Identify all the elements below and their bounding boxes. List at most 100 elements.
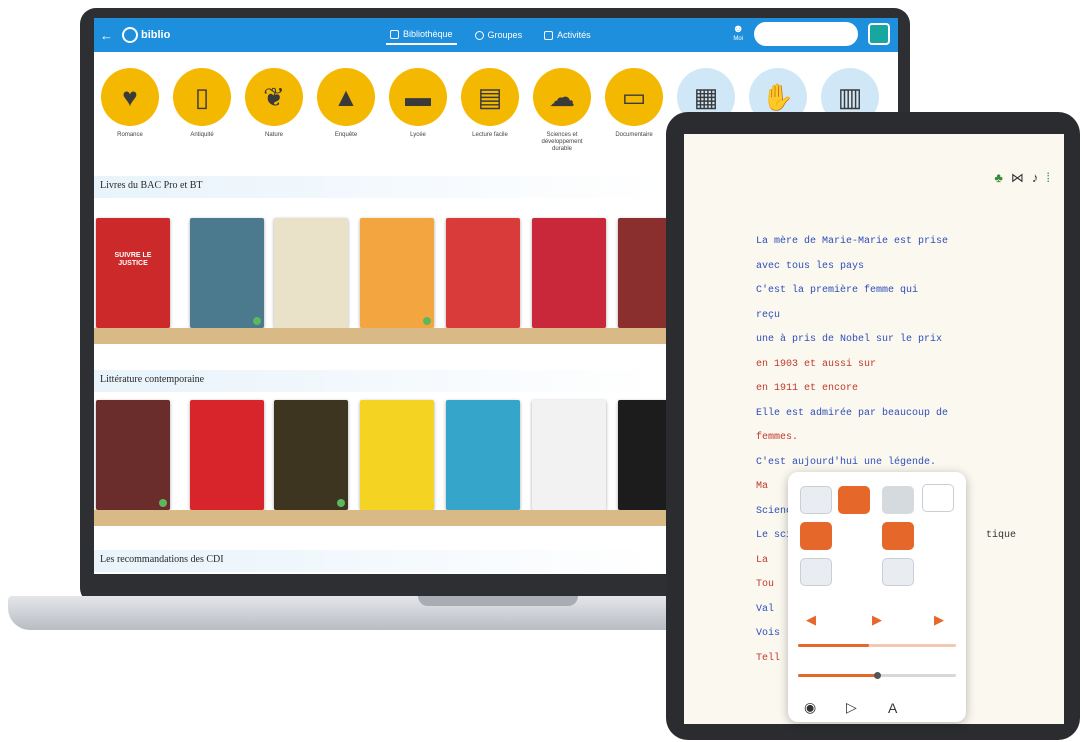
player-option-button[interactable]	[882, 558, 914, 586]
play-outline-icon[interactable]: ▷	[846, 699, 857, 716]
laptop-notch	[418, 596, 578, 606]
settings-icon[interactable]: ⁞	[1046, 170, 1050, 186]
book-cover[interactable]	[190, 218, 264, 328]
logo-mark-icon	[122, 27, 138, 43]
downloaded-check-icon	[337, 499, 345, 507]
nav-tab-label: Activités	[557, 30, 591, 40]
text-line: reçu	[756, 309, 781, 321]
player-option-button[interactable]	[882, 486, 914, 514]
text-line: femmes.	[756, 432, 799, 443]
book-cover[interactable]	[532, 218, 606, 328]
category-item[interactable]: ▭ Documentaire	[604, 68, 664, 139]
nav-tab-activities[interactable]: Activités	[540, 26, 595, 44]
category-item[interactable]: ▯ Antiquité	[172, 68, 232, 139]
book-cover[interactable]	[532, 400, 606, 510]
reader-toolbar: ♣ ⋈ ♪ ⁞	[994, 170, 1050, 186]
category-label: Lecture facile	[472, 132, 508, 138]
book-cover[interactable]	[274, 400, 348, 510]
audio-player-panel: ◀ ▶ ▶ ◉ ▷ A	[788, 472, 966, 722]
book-cover[interactable]	[274, 218, 348, 328]
nav-tab-groups[interactable]: Groupes	[471, 26, 527, 44]
volume-thumb[interactable]	[874, 672, 881, 679]
book-cover[interactable]	[190, 400, 264, 510]
player-option-button[interactable]	[800, 522, 832, 550]
text-line: en 1911 et encore	[756, 383, 859, 394]
column-icon: ▯	[173, 68, 231, 126]
next-icon[interactable]: ▶	[934, 612, 944, 628]
section-title: Littérature contemporaine	[100, 374, 205, 385]
category-item[interactable]: ▬ Lycée	[388, 68, 448, 139]
text-line: C'est la première femme qui	[756, 285, 919, 296]
text-line: Elle est admirée par beaucoup de	[756, 407, 949, 419]
player-option-button[interactable]	[922, 484, 954, 512]
book-cover[interactable]	[96, 400, 170, 510]
book-title: SUIVRE LE JUSTICE	[114, 252, 152, 267]
progress-slider[interactable]	[798, 644, 956, 647]
text-line-fragment: tique	[986, 530, 1017, 541]
category-label: Nature	[264, 132, 283, 138]
library-icon	[390, 29, 399, 39]
book-cover[interactable]	[446, 218, 520, 328]
category-label: Enquête	[334, 132, 358, 138]
downloaded-check-icon	[253, 317, 261, 325]
play-icon[interactable]: ▶	[872, 612, 882, 628]
book-cover[interactable]	[360, 400, 434, 510]
text-line: une à pris de Nobel sur le prix	[756, 334, 943, 345]
font-size-icon[interactable]: A	[888, 700, 897, 716]
groups-icon	[474, 30, 484, 40]
volume-fill	[798, 674, 877, 677]
player-option-button[interactable]	[882, 522, 914, 550]
player-option-button[interactable]	[838, 486, 870, 514]
text-line: La mère de Marie-Marie est prise	[756, 236, 949, 247]
category-label: Lycée	[410, 132, 426, 138]
text-line: en 1903 et aussi sur	[756, 358, 877, 370]
section-title: Les recommandations des CDI	[100, 554, 224, 565]
search-box	[754, 22, 858, 46]
balloon-icon: ♥	[101, 68, 159, 126]
category-item[interactable]: ☁ Sciences et développement durable	[532, 68, 592, 153]
tablet-icon: ▭	[605, 68, 663, 126]
user-label: Moi	[733, 36, 744, 42]
category-label: Documentaire	[615, 132, 653, 138]
tree-cloud-icon: ☁	[533, 68, 591, 126]
category-label: Antiquité	[190, 132, 214, 138]
app-switcher-icon[interactable]	[868, 23, 890, 45]
product-showcase: ← biblio Bibliothèque Groupes Activités	[0, 0, 1082, 742]
graduation-cap-icon: ▬	[389, 68, 447, 126]
activities-icon	[544, 30, 554, 40]
progress-fill	[798, 644, 870, 647]
bookmark-icon[interactable]: ⋈	[1011, 170, 1024, 186]
category-item[interactable]: ▲ Enquête	[316, 68, 376, 139]
downloaded-check-icon	[423, 317, 431, 325]
book-cover[interactable]: SUIVRE LE JUSTICE	[96, 218, 170, 328]
nav-tab-label: Bibliothèque	[403, 29, 453, 39]
audio-icon[interactable]: ♪	[1032, 170, 1039, 186]
open-book-icon: ▤	[461, 68, 519, 126]
player-option-button[interactable]	[800, 486, 832, 514]
book-cover[interactable]	[446, 400, 520, 510]
logo-text: biblio	[141, 29, 171, 41]
book-cover[interactable]	[360, 218, 434, 328]
section-title: Livres du BAC Pro et BT	[100, 180, 203, 191]
eye-icon[interactable]: ◉	[804, 699, 816, 716]
previous-icon[interactable]: ◀	[806, 612, 816, 628]
category-item[interactable]: ♥ Romance	[100, 68, 160, 139]
category-label: Romance	[117, 132, 143, 138]
main-nav: Bibliothèque Groupes Activités	[386, 18, 595, 52]
nav-tab-label: Groupes	[487, 30, 523, 40]
accessibility-icon[interactable]: ♣	[994, 170, 1003, 186]
plant-icon: ❦	[245, 68, 303, 126]
category-item[interactable]: ❦ Nature	[244, 68, 304, 139]
detective-hat-icon: ▲	[317, 68, 375, 126]
back-arrow-icon[interactable]: ←	[100, 28, 120, 43]
category-item[interactable]: ▤ Lecture facile	[460, 68, 520, 139]
top-navigation-bar: ← biblio Bibliothèque Groupes Activités	[94, 18, 898, 52]
nav-tab-library[interactable]: Bibliothèque	[386, 25, 457, 45]
volume-slider[interactable]	[798, 672, 956, 679]
player-option-button[interactable]	[800, 558, 832, 586]
search-input[interactable]	[754, 22, 858, 46]
app-logo[interactable]: biblio	[122, 27, 170, 43]
downloaded-check-icon	[159, 499, 167, 507]
text-line: avec tous les pays	[756, 260, 865, 272]
user-menu-button[interactable]: ☻ Moi	[732, 24, 744, 44]
